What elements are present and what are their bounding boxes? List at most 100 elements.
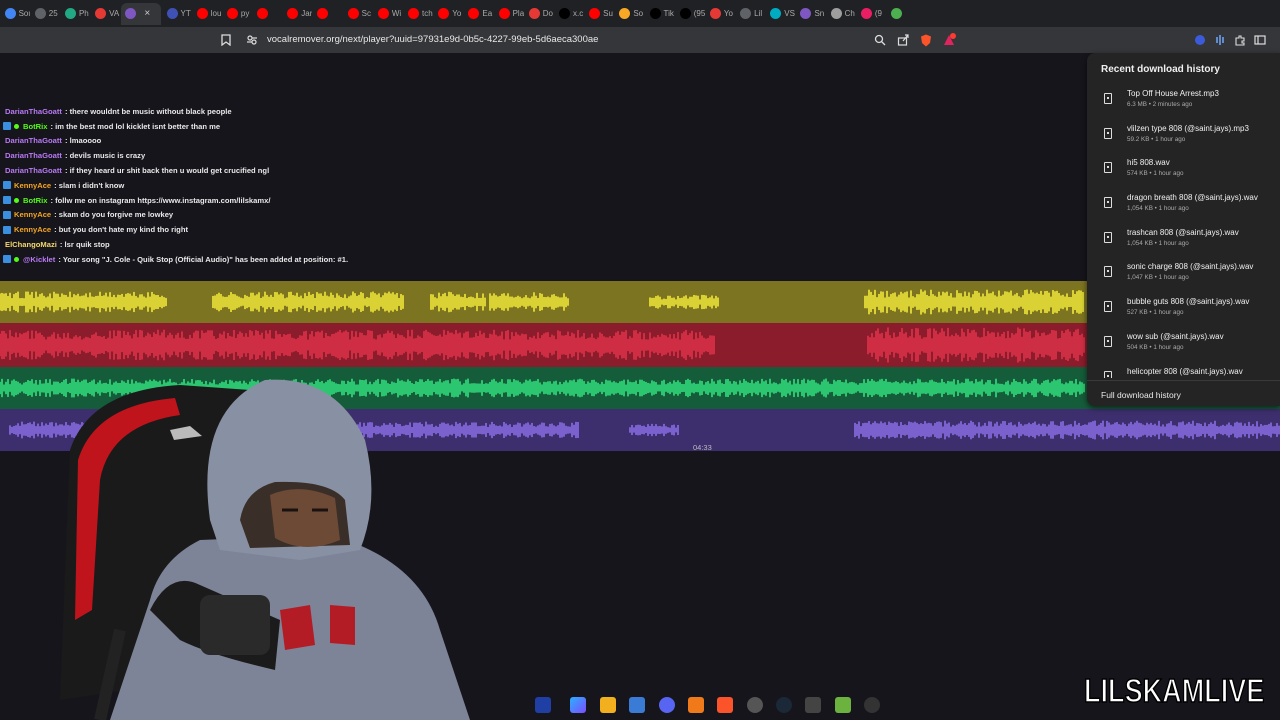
browser-tab[interactable]: VS: [766, 3, 795, 25]
browser-tab[interactable]: [887, 3, 916, 25]
download-item[interactable]: sonic charge 808 (@saint.jays).wav 1,047 …: [1087, 261, 1280, 296]
browser-tab[interactable]: tch: [404, 3, 433, 25]
browser-tab[interactable]: [253, 3, 282, 25]
browser-tab[interactable]: py: [223, 3, 252, 25]
browser-tab[interactable]: Su: [585, 3, 614, 25]
brave-icon[interactable]: [717, 697, 733, 713]
browser-tab[interactable]: Ch: [827, 3, 856, 25]
site-info-icon[interactable]: [243, 31, 261, 49]
brave-shield-icon[interactable]: [917, 31, 935, 49]
chat-badge-icon: [3, 210, 11, 219]
tab-label: Wi: [391, 9, 402, 18]
copilot-icon[interactable]: [570, 697, 586, 713]
favicon-icon: [4, 8, 16, 19]
discord-icon[interactable]: [659, 697, 675, 713]
tab-label: VA: [109, 9, 120, 18]
address-bar[interactable]: vocalremover.org/next/player?uuid=97931e…: [267, 34, 598, 45]
favicon-icon: [740, 8, 752, 19]
full-download-history-link[interactable]: Full download history: [1101, 390, 1181, 400]
tab-label: Ea: [482, 9, 493, 18]
tab-label: Lil: [754, 9, 763, 18]
game-icon[interactable]: [835, 697, 851, 713]
download-item[interactable]: hi5 808.wav 574 KB • 1 hour ago: [1087, 157, 1280, 192]
4k-icon[interactable]: [864, 697, 880, 713]
chat-message: DarianThaGoatt: devils music is crazy: [0, 148, 600, 163]
fl-studio-icon[interactable]: [688, 697, 704, 713]
flag-icon[interactable]: [535, 697, 551, 713]
close-tab-icon[interactable]: ×: [144, 8, 150, 19]
download-item[interactable]: Top Off House Arrest.mp3 6.3 MB • 2 minut…: [1087, 88, 1280, 123]
chat-message: DarianThaGoatt: if they heard ur shit ba…: [0, 163, 600, 178]
browser-tab[interactable]: Pla: [495, 3, 524, 25]
store-icon[interactable]: [629, 697, 645, 713]
favicon-icon: [770, 8, 782, 19]
download-item[interactable]: dragon breath 808 (@saint.jays).wav 1,054…: [1087, 192, 1280, 227]
browser-tab[interactable]: [313, 3, 342, 25]
favicon-icon: [800, 8, 812, 19]
favicon-icon: [347, 8, 359, 19]
browser-tab[interactable]: (9: [857, 3, 886, 25]
browser-tab[interactable]: x.c: [555, 3, 584, 25]
chat-text: : if they heard ur shit back then u woul…: [64, 166, 270, 176]
brave-rewards-icon[interactable]: [940, 31, 958, 49]
download-item[interactable]: trashcan 808 (@saint.jays).wav 1,054 KB •…: [1087, 227, 1280, 262]
browser-tab[interactable]: (95: [676, 3, 705, 25]
browser-tab[interactable]: 25: [31, 3, 60, 25]
browser-tab[interactable]: Tik: [646, 3, 675, 25]
tab-label: Yo: [452, 9, 462, 18]
audio-extension-icon[interactable]: [1211, 31, 1229, 49]
tab-label: Sou: [18, 9, 30, 18]
download-item[interactable]: vlilzen type 808 (@saint.jays).mp3 59.2 K…: [1087, 123, 1280, 158]
file-icon: [1104, 93, 1112, 104]
file-explorer-icon[interactable]: [600, 697, 616, 713]
browser-tab[interactable]: Ph: [61, 3, 90, 25]
download-filename: helicopter 808 (@saint.jays).wav: [1127, 366, 1243, 376]
chat-text: : devils music is crazy: [64, 151, 146, 161]
app-icon[interactable]: [805, 697, 821, 713]
steam-icon[interactable]: [776, 697, 792, 713]
browser-tab[interactable]: Do: [525, 3, 554, 25]
browser-tab[interactable]: Wi: [374, 3, 403, 25]
chat-text: : but you don't hate my kind tho right: [54, 225, 188, 235]
browser-tab[interactable]: Yo: [706, 3, 735, 25]
chat-username: ElChangoMazi: [5, 240, 57, 250]
browser-tab[interactable]: So: [615, 3, 644, 25]
browser-tab[interactable]: YT: [163, 3, 192, 25]
browser-tab[interactable]: lou: [193, 3, 222, 25]
chat-message: DarianThaGoatt: there wouldnt be music w…: [0, 104, 600, 119]
tab-label: YT: [180, 9, 191, 18]
favicon-icon: [34, 8, 46, 19]
download-item[interactable]: helicopter 808 (@saint.jays).wav: [1087, 366, 1280, 378]
browser-tab[interactable]: Lil: [736, 3, 765, 25]
zoom-icon[interactable]: [871, 31, 889, 49]
favicon-icon: [498, 8, 510, 19]
browser-tab[interactable]: ×: [121, 2, 162, 25]
browser-tab[interactable]: Yo: [434, 3, 463, 25]
download-meta: 1,054 KB • 1 hour ago: [1127, 239, 1189, 247]
browser-tab[interactable]: Sc: [344, 3, 373, 25]
chat-username: DarianThaGoatt: [5, 106, 62, 116]
chat-message: @Kicklet: Your song "J. Cole - Quik Stop…: [0, 252, 600, 267]
chat-badge-icon: [3, 225, 11, 234]
file-icon: [1104, 266, 1112, 278]
obs-icon[interactable]: [747, 697, 763, 713]
browser-tab[interactable]: Sn: [796, 3, 825, 25]
extension-icon[interactable]: [1191, 31, 1209, 49]
browser-tab[interactable]: Ea: [464, 3, 493, 25]
bookmark-icon[interactable]: [217, 31, 235, 49]
browser-tab[interactable]: VA: [91, 3, 120, 25]
tab-label: Yo: [723, 9, 733, 18]
chat-text: : im the best mod lol kicklet isnt bette…: [50, 121, 221, 131]
browser-tab[interactable]: Sou: [1, 3, 30, 25]
browser-tab[interactable]: Jar: [283, 3, 312, 25]
file-icon: [1104, 162, 1112, 174]
sidebar-icon[interactable]: [1251, 31, 1269, 49]
download-history-panel: Recent download history Top Off House Ar…: [1087, 53, 1280, 406]
chat-username: BotRix: [23, 195, 48, 205]
download-item[interactable]: bubble guts 808 (@saint.jays).wav 527 KB …: [1087, 296, 1280, 331]
download-item[interactable]: wow sub (@saint.jays).wav 504 KB • 1 hour…: [1087, 331, 1280, 366]
extensions-puzzle-icon[interactable]: [1231, 31, 1249, 49]
share-icon[interactable]: [894, 31, 912, 49]
tab-label: (9: [874, 9, 882, 18]
favicon-icon: [528, 8, 540, 19]
